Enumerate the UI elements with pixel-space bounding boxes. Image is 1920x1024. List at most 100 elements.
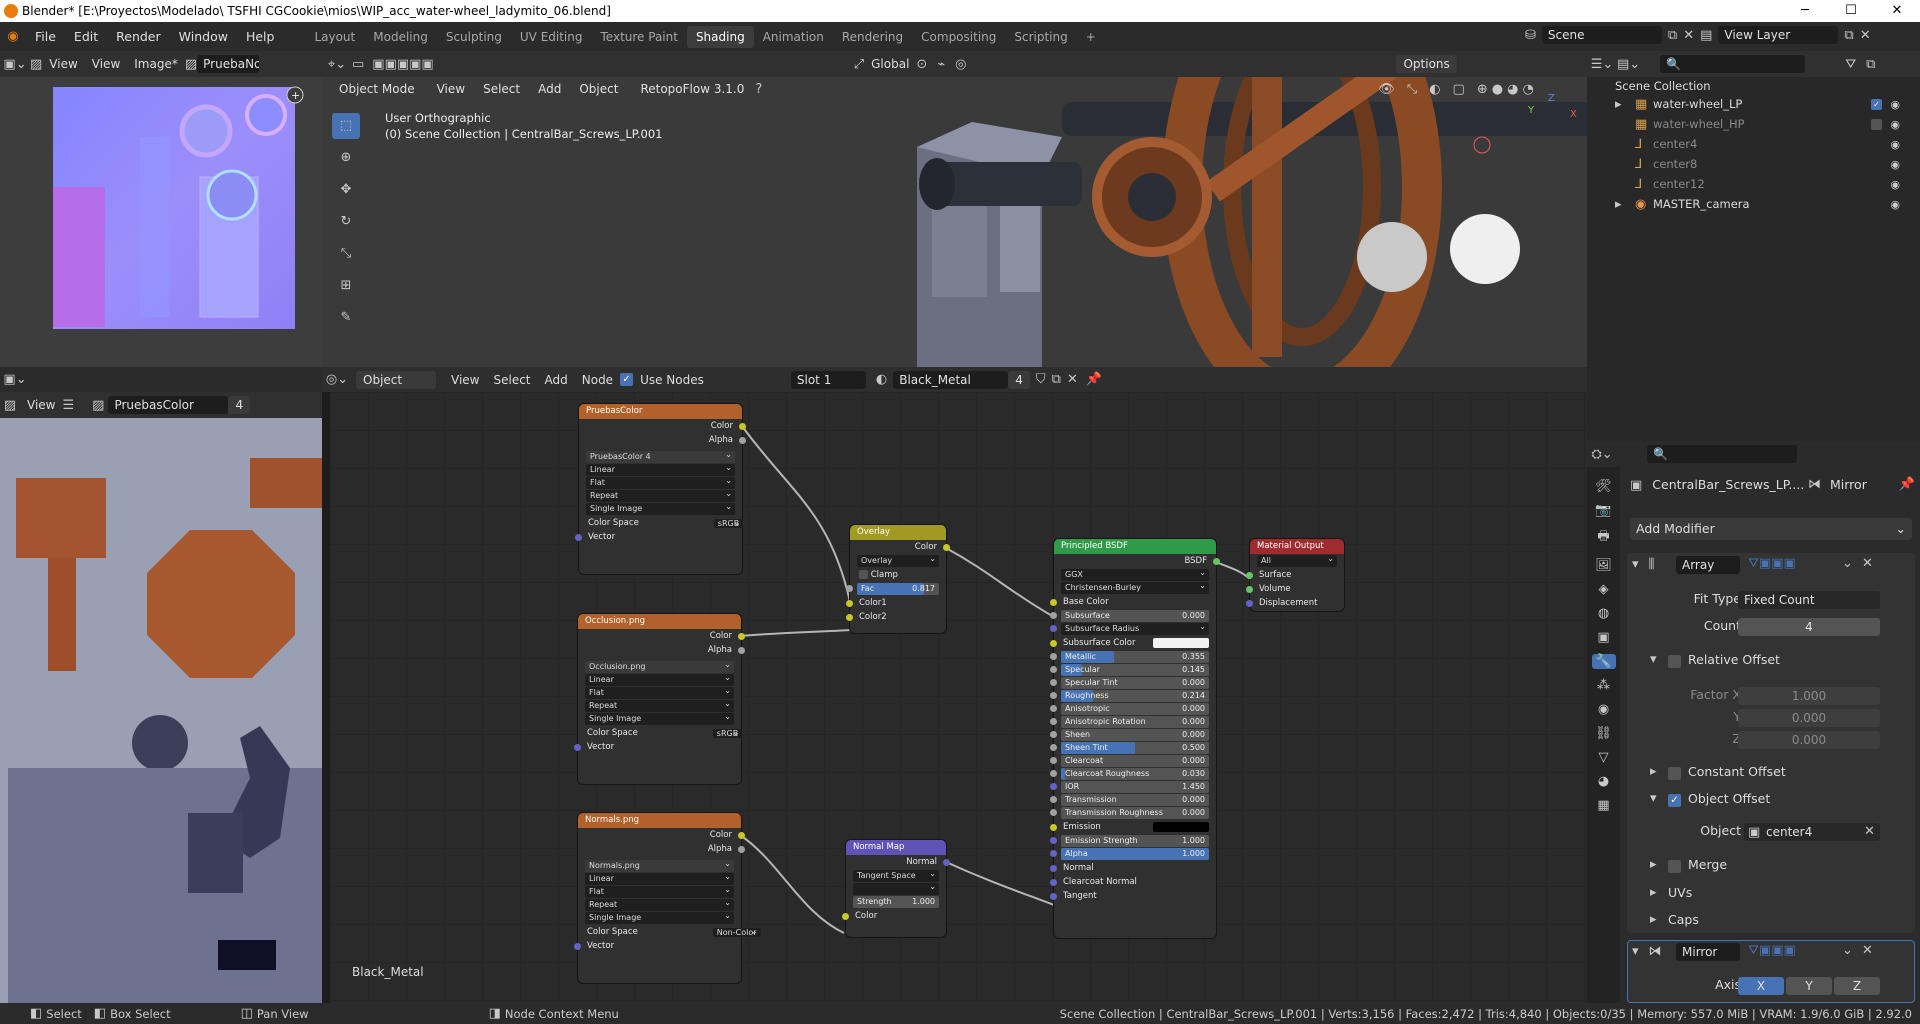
color-output-socket[interactable] <box>738 633 745 640</box>
material-name-field[interactable]: Black_Metal <box>893 370 1009 389</box>
shader-type-select[interactable]: Object <box>356 370 436 389</box>
bsdf-socket[interactable] <box>1050 837 1057 844</box>
mirror-toggle-icons[interactable]: ⛛▣▣▣ <box>1748 943 1796 958</box>
blend-type-select[interactable]: Overlay <box>857 553 939 567</box>
node-editor-canvas[interactable]: PruebasColor Color Alpha PruebasColor 4 … <box>330 392 1587 1003</box>
solid-shading-icon[interactable]: ● <box>1492 82 1503 97</box>
volume-input-socket[interactable] <box>1246 586 1253 593</box>
pin-properties-icon[interactable]: 📌 <box>1899 477 1915 492</box>
bsdf-socket[interactable] <box>1050 718 1057 725</box>
image-users-count[interactable]: 4 <box>228 396 251 414</box>
image-editor-bottom-canvas[interactable] <box>0 418 322 1003</box>
view-layer-selector[interactable]: View Layer <box>1718 26 1839 44</box>
use-nodes-checkbox[interactable]: ✓ <box>620 373 634 386</box>
menu-render[interactable]: Render <box>107 29 170 44</box>
annotate-tool-icon[interactable]: ✎ <box>332 305 360 331</box>
view-mode-icon[interactable]: ▨ <box>30 57 42 72</box>
render-tab-icon[interactable]: 📷 <box>1595 503 1611 518</box>
viewport-view-menu[interactable]: View <box>429 80 473 98</box>
color-input-socket[interactable] <box>842 913 849 920</box>
source-select[interactable]: Single Image <box>585 711 734 725</box>
outliner-search[interactable]: 🔍 <box>1660 55 1806 73</box>
retopoflow-menu[interactable]: RetopoFlow 3.1.0 <box>633 80 752 98</box>
outliner-item[interactable]: ⅃ center8 ◉ <box>1615 157 1920 175</box>
image-texture-node-occlusion[interactable]: Occlusion.png Color Alpha Occlusion.png … <box>574 614 745 784</box>
strength-slider[interactable]: Strength 1.000 <box>853 896 939 908</box>
extension-select[interactable]: Repeat <box>586 488 735 502</box>
bsdf-socket[interactable] <box>1050 666 1057 673</box>
eye-icon[interactable]: ◉ <box>1890 198 1900 211</box>
count-field[interactable]: 4 <box>1738 618 1880 636</box>
mirror-modifier-name-field[interactable]: Mirror <box>1676 943 1740 961</box>
viewport-select-menu[interactable]: Select <box>476 80 528 98</box>
pivot-icon[interactable]: ⊙ <box>916 57 927 72</box>
navigation-gizmo[interactable]: Z Y X <box>1504 93 1577 163</box>
color-swatch[interactable] <box>1153 822 1209 832</box>
bsdf-socket[interactable] <box>1050 705 1057 712</box>
editor-type-icon-4[interactable]: ☰⌄ <box>1587 57 1617 72</box>
overlay-icon[interactable]: ◐ <box>1429 82 1440 97</box>
outliner-item[interactable]: ▸ ◉ MASTER_camera ◉ <box>1615 197 1920 215</box>
bsdf-socket[interactable] <box>1050 783 1057 790</box>
expand-icon[interactable]: ▸ <box>1615 197 1622 212</box>
new-scene-icon[interactable]: ⧉ <box>1668 28 1677 43</box>
bsdf-socket[interactable] <box>1050 625 1057 632</box>
principled-bsdf-node[interactable]: Principled BSDF BSDF GGX Christensen-Bur… <box>1050 539 1220 938</box>
texture-tab-icon[interactable]: ▦ <box>1597 798 1609 813</box>
world-tab-icon[interactable]: ◍ <box>1598 606 1609 621</box>
axis-y-toggle[interactable]: Y <box>1786 977 1832 995</box>
xray-icon[interactable]: ▢ <box>1453 82 1465 97</box>
normal-input-socket[interactable] <box>1050 865 1057 872</box>
scene-tab-icon[interactable]: ◈ <box>1599 582 1609 597</box>
duplicate-material-icon[interactable]: ⧉ <box>1052 372 1061 387</box>
object-offset-collapse-icon[interactable]: ▾ <box>1650 791 1657 806</box>
exclude-checkbox[interactable] <box>1871 119 1882 130</box>
color-space-select[interactable]: Non-Color <box>712 928 761 937</box>
tool-settings-icon[interactable]: ⌖⌄ <box>322 57 352 72</box>
tool-tab-icon[interactable]: 🛠 <box>1595 479 1612 494</box>
fit-type-select[interactable]: Fixed Count <box>1738 591 1880 609</box>
color-output-socket[interactable] <box>738 832 745 839</box>
proportional-edit-icon[interactable]: ◎ <box>955 57 966 72</box>
select-tool-icon[interactable]: ▭ <box>352 57 364 72</box>
material-output-node[interactable]: Material Output All Surface Volume Displ… <box>1246 539 1344 611</box>
relative-offset-collapse-icon[interactable]: ▾ <box>1650 652 1657 667</box>
bsdf-socket[interactable] <box>1050 770 1057 777</box>
remove-modifier-icon[interactable]: ✕ <box>1862 556 1873 571</box>
extension-select[interactable]: Repeat <box>585 698 734 712</box>
tab-texture-paint[interactable]: Texture Paint <box>592 26 687 48</box>
color-swatch[interactable] <box>1153 638 1209 648</box>
bsdf-input-anisotropic-rotation[interactable]: Anisotropic Rotation 0.000 <box>1050 716 1209 728</box>
editor-type-icon-5[interactable]: ⛭⌄ <box>1587 447 1617 462</box>
factor-y-field[interactable]: 0.000 <box>1738 709 1880 727</box>
array-modifier-name-field[interactable]: Array <box>1676 556 1740 574</box>
bsdf-input-transmission-roughness[interactable]: Transmission Roughness 0.000 <box>1050 807 1209 819</box>
scene-selector[interactable]: Scene <box>1541 26 1662 44</box>
filter-icon[interactable]: ⛛ <box>1845 57 1856 72</box>
node-view-menu[interactable]: View <box>444 373 486 387</box>
gizmo-icon[interactable]: ⤡ <box>1407 82 1417 97</box>
cursor-tool-icon[interactable]: ⊕ <box>332 145 360 171</box>
menu-window[interactable]: Window <box>170 29 237 44</box>
bsdf-socket[interactable] <box>1050 757 1057 764</box>
uvs-expand-icon[interactable]: ▸ <box>1650 885 1657 900</box>
alpha-output-socket[interactable] <box>738 846 745 853</box>
fake-user-icon[interactable]: ⛉ <box>1036 372 1046 387</box>
constraints-tab-icon[interactable]: ⛓ <box>1595 726 1612 741</box>
bsdf-input-specular-tint[interactable]: Specular Tint 0.000 <box>1050 677 1209 689</box>
offset-object-field[interactable]: center4 <box>1744 823 1880 841</box>
remove-mirror-icon[interactable]: ✕ <box>1862 943 1873 958</box>
visibility-icon[interactable]: 👁 <box>1378 82 1395 97</box>
bsdf-input-subsurface-radius[interactable]: Subsurface Radius <box>1050 621 1209 635</box>
axis-z-toggle[interactable]: Z <box>1834 977 1880 995</box>
bsdf-socket[interactable] <box>1050 796 1057 803</box>
bsdf-socket[interactable] <box>1050 679 1057 686</box>
modifier-dropdown-icon[interactable]: ⌄ <box>1842 556 1853 571</box>
tab-shading[interactable]: Shading <box>686 25 754 48</box>
editor-type-icon-2[interactable]: ▣⌄ <box>0 372 30 387</box>
outliner-item[interactable]: ⅃ center12 ◉ <box>1615 177 1920 195</box>
minimize-button[interactable]: ─ <box>1782 0 1828 22</box>
tab-layout[interactable]: Layout <box>305 26 364 48</box>
image-editor-top-canvas[interactable]: + <box>0 77 322 367</box>
constant-offset-checkbox[interactable] <box>1668 767 1681 780</box>
